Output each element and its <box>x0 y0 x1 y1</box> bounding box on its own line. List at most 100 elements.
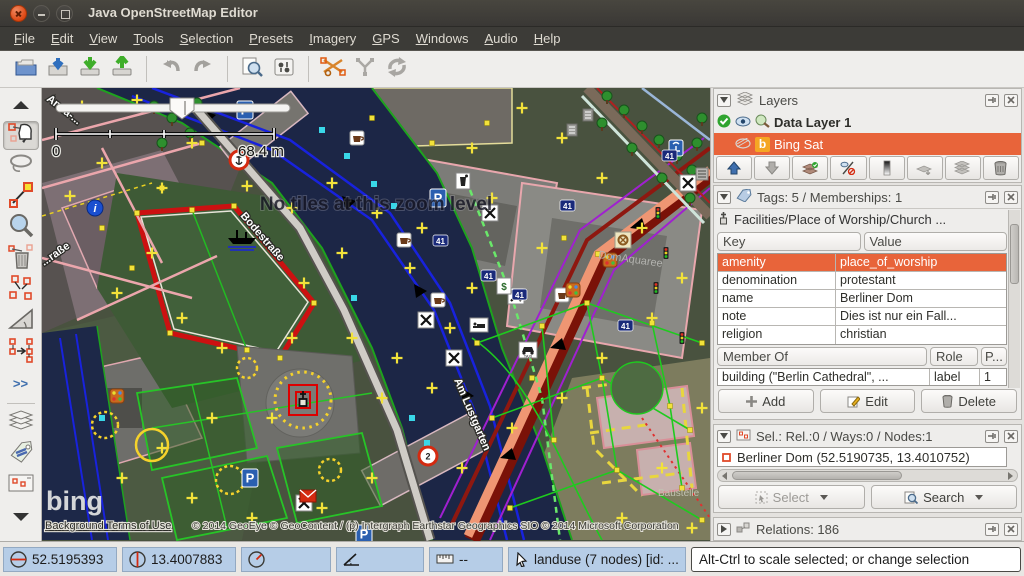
search-button[interactable]: Search <box>871 485 1018 509</box>
expand-icon[interactable] <box>717 523 731 536</box>
scroll-up-icon[interactable] <box>3 90 39 119</box>
role-column-header[interactable]: Role <box>930 347 978 366</box>
relations-panel-header: Relations: 186 <box>714 518 1021 540</box>
select-move-tool[interactable] <box>3 121 39 150</box>
more-tools-button[interactable]: >> <box>3 369 39 398</box>
layer-row-bing[interactable]: b Bing Sat <box>714 133 1021 155</box>
tags-scrollbar[interactable] <box>1008 210 1020 388</box>
key-column-header[interactable]: Key <box>717 232 861 251</box>
pin-icon[interactable] <box>985 94 999 107</box>
pin-icon[interactable] <box>985 430 999 443</box>
menu-gps[interactable]: GPS <box>364 28 407 49</box>
move-layer-down-button[interactable] <box>754 156 790 180</box>
value-column-header[interactable]: Value <box>864 232 1008 251</box>
add-tag-button[interactable]: Add <box>718 389 814 413</box>
angle-field <box>336 547 424 572</box>
collapse-icon[interactable] <box>717 94 731 107</box>
redo-button[interactable] <box>187 54 219 84</box>
pin-icon[interactable] <box>985 523 999 536</box>
toolbar-separator <box>227 56 228 82</box>
select-button[interactable]: Select <box>718 485 865 509</box>
toggle-visibility-button[interactable] <box>830 156 866 180</box>
close-icon[interactable] <box>1004 523 1018 536</box>
position-column-header[interactable]: P... <box>981 347 1007 366</box>
tag-row[interactable]: noteDies ist nur ein Fall... <box>718 308 1006 326</box>
layer-opacity-button[interactable] <box>869 156 905 180</box>
layer-row-data[interactable]: Data Layer 1 <box>714 111 1021 133</box>
window-minimize-button[interactable] <box>33 5 50 22</box>
tag-row[interactable]: religionchristian <box>718 326 1006 344</box>
upload-button[interactable] <box>106 54 138 84</box>
terms-of-use-link[interactable]: Background Terms of Use <box>45 520 171 532</box>
layers-dialog-toggle[interactable] <box>3 409 39 438</box>
combine-way-icon <box>353 56 377 83</box>
zoom-tool[interactable] <box>3 214 39 243</box>
extrude-tool[interactable] <box>3 307 39 336</box>
window-close-button[interactable] <box>10 5 27 22</box>
unglue-tool[interactable] <box>3 276 39 305</box>
menu-selection[interactable]: Selection <box>172 28 241 49</box>
help-hint: Alt-Ctrl to scale selected; or change se… <box>691 547 1021 572</box>
merge-layer-button[interactable] <box>945 156 981 180</box>
collapse-icon[interactable] <box>717 191 731 204</box>
selection-list-item[interactable]: Berliner Dom (52.5190735, 13.4010752) <box>717 447 1007 467</box>
split-way-button[interactable] <box>317 54 349 84</box>
close-icon[interactable] <box>1004 191 1018 204</box>
preferences-button[interactable] <box>268 54 300 84</box>
close-icon[interactable] <box>1004 430 1018 443</box>
save-button[interactable] <box>42 54 74 84</box>
menu-help[interactable]: Help <box>526 28 569 49</box>
menu-view[interactable]: View <box>81 28 125 49</box>
svg-text:41: 41 <box>665 152 674 161</box>
follow-line-tool[interactable] <box>3 338 39 367</box>
collapse-icon[interactable] <box>717 430 731 443</box>
activate-layer-button[interactable] <box>792 156 828 180</box>
window-maximize-button[interactable] <box>56 5 73 22</box>
undo-button[interactable] <box>155 54 187 84</box>
download-button[interactable] <box>74 54 106 84</box>
delete-tag-button[interactable]: Delete <box>921 389 1017 413</box>
tag-row[interactable]: nameBerliner Dom <box>718 290 1006 308</box>
move-layer-up-button[interactable] <box>716 156 752 180</box>
download-icon <box>78 56 102 83</box>
pin-icon[interactable] <box>985 191 999 204</box>
menu-edit[interactable]: Edit <box>43 28 81 49</box>
menubar: File Edit View Tools Selection Presets I… <box>0 27 1024 50</box>
selection-dialog-toggle[interactable] <box>3 471 39 500</box>
menu-file[interactable]: File <box>6 28 43 49</box>
tag-row[interactable]: denominationprotestant <box>718 272 1006 290</box>
edit-tag-button[interactable]: Edit <box>820 389 916 413</box>
tags-dialog-toggle[interactable] <box>3 440 39 469</box>
duplicate-layer-button[interactable] <box>907 156 943 180</box>
route-badge: 41 <box>662 150 677 161</box>
svg-text:TAXI: TAXI <box>524 354 533 359</box>
tag-table: amenityplace_of_worship denominationprot… <box>717 253 1007 345</box>
visible-eye-icon[interactable] <box>735 115 751 130</box>
preset-row[interactable]: Facilities/Place of Worship/Church ... <box>714 208 1021 230</box>
delete-tool[interactable] <box>3 245 39 274</box>
hidden-eye-icon[interactable] <box>735 137 751 152</box>
tag-row[interactable]: amenityplace_of_worship <box>718 254 1006 272</box>
open-button[interactable] <box>10 54 42 84</box>
taxi-icon: TAXI <box>519 342 537 359</box>
close-icon[interactable] <box>1004 94 1018 107</box>
toolbar-separator <box>308 56 309 82</box>
menu-tools[interactable]: Tools <box>125 28 171 49</box>
delete-layer-button[interactable] <box>983 156 1019 180</box>
draw-node-tool[interactable] <box>3 183 39 212</box>
menu-imagery[interactable]: Imagery <box>301 28 364 49</box>
combine-way-button[interactable] <box>349 54 381 84</box>
menu-audio[interactable]: Audio <box>476 28 525 49</box>
scroll-down-icon[interactable] <box>3 502 39 531</box>
member-of-column-header[interactable]: Member Of <box>717 347 927 366</box>
ruler-icon <box>436 554 454 564</box>
search-presets-button[interactable] <box>236 54 268 84</box>
membership-row[interactable]: building ("Berlin Cathedral", ... label … <box>717 368 1007 386</box>
menu-windows[interactable]: Windows <box>408 28 477 49</box>
lasso-tool[interactable] <box>3 152 39 181</box>
menu-presets[interactable]: Presets <box>241 28 301 49</box>
map-canvas[interactable]: TAXI $ 2 i P P P P 41 41 41 41 41 41 <box>42 88 710 541</box>
tag-value: protestant <box>836 272 1006 289</box>
selection-hscrollbar[interactable] <box>717 469 1018 482</box>
refresh-button[interactable] <box>381 54 413 84</box>
